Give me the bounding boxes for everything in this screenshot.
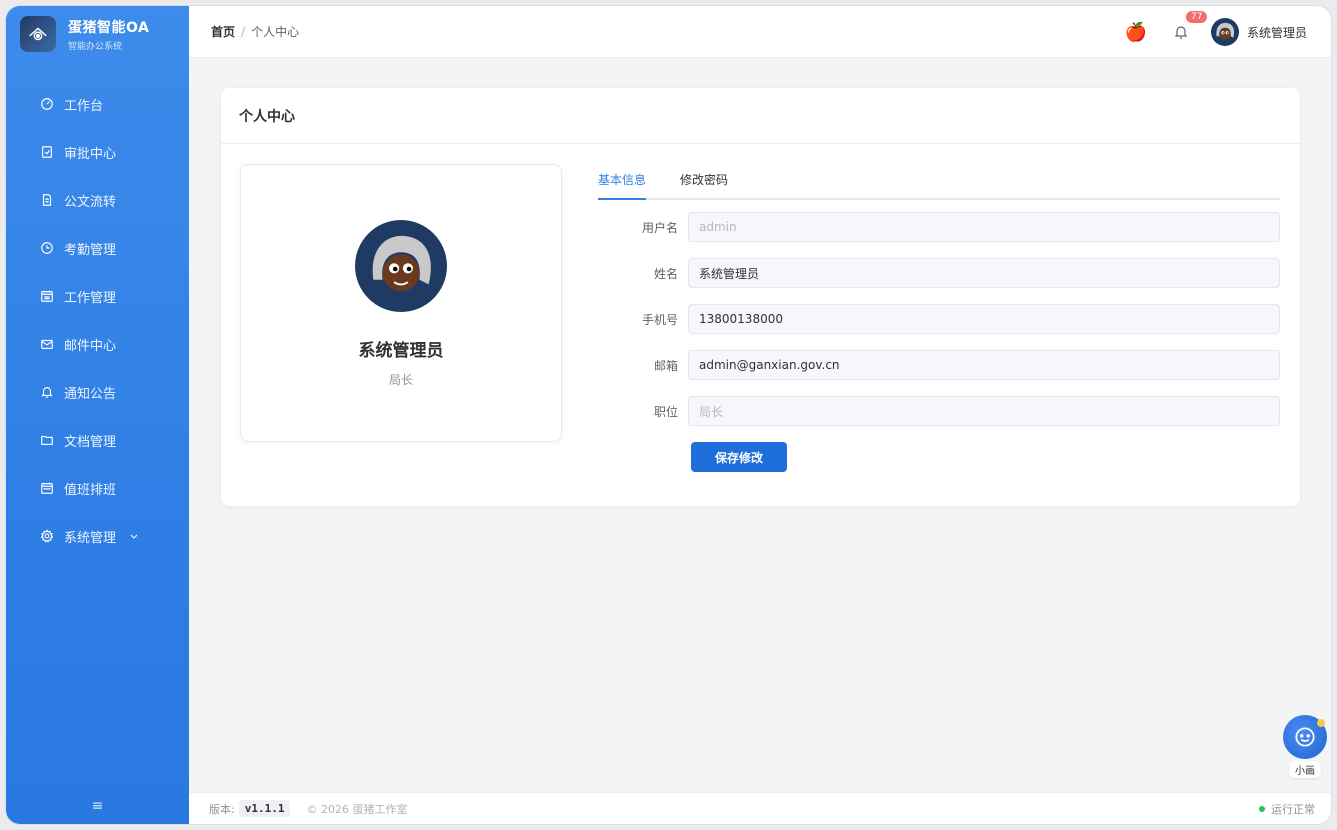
profile-summary: 系统管理员 局长 [240,164,562,442]
position-field[interactable] [688,396,1280,426]
apple-icon[interactable]: 🍎 [1125,22,1147,43]
sidebar-item-label: 审批中心 [64,146,117,162]
sidebar-item-docs[interactable]: 文档管理 [6,416,189,464]
profile-tabs: 基本信息 修改密码 [598,171,1280,200]
email-label: 邮箱 [653,358,678,373]
dashboard-icon [41,98,53,110]
assistant-label: 小画 [1289,761,1321,778]
phone-label: 手机号 [641,312,678,327]
gear-icon [40,529,54,543]
realname-label: 姓名 [653,266,678,281]
position-label: 职位 [653,404,678,419]
folder-icon [41,435,53,445]
sidebar-item-label: 工作管理 [64,290,117,306]
version-badge: v1.1.1 [238,800,291,817]
tab-change-password[interactable]: 修改密码 [680,171,728,200]
document-icon [42,194,52,206]
sidebar-item-label: 值班排班 [64,482,117,498]
copyright-text: © 2026 蛋猪工作室 [306,802,408,816]
card-title: 个人中心 [221,88,1300,144]
breadcrumb-current: 个人中心 [251,25,300,39]
username-label: 用户名 [641,220,678,235]
assistant-widget[interactable]: 小画 [1283,715,1327,778]
footer: 版本: v1.1.1 © 2026 蛋猪工作室 运行正常 [189,792,1331,824]
phone-field[interactable] [688,304,1280,334]
avatar[interactable] [355,220,447,312]
form-row-email: 邮箱 [598,350,1282,380]
email-field[interactable] [688,350,1280,380]
sidebar-item-label: 文档管理 [64,434,117,450]
breadcrumb: 首页 / 个人中心 [211,23,299,40]
form-row-realname: 姓名 [598,258,1282,288]
user-menu[interactable]: 系统管理员 [1210,18,1307,46]
brand-subtitle: 智能办公系统 [68,41,123,52]
sidebar-item-label: 邮件中心 [64,338,117,354]
form-row-username: 用户名 [598,212,1282,242]
approval-icon [42,146,52,158]
user-name: 系统管理员 [1246,25,1307,40]
system-status: 运行正常 [1259,801,1315,817]
clock-icon [41,242,53,254]
notification-button[interactable]: 77 [1173,10,1209,40]
bell-icon [1174,26,1188,39]
sidebar-item-work[interactable]: 工作管理 [6,272,189,320]
sidebar-item-label: 通知公告 [64,386,117,402]
sidebar-item-workbench[interactable]: 工作台 [6,80,189,128]
breadcrumb-home[interactable]: 首页 [211,25,235,39]
status-text: 运行正常 [1271,802,1315,816]
calendar-icon [41,290,53,302]
save-button[interactable]: 保存修改 [691,442,787,472]
sidebar-item-label: 工作台 [64,98,104,114]
avatar [1210,18,1239,46]
sidebar-item-label: 系统管理 [64,530,117,546]
profile-card: 个人中心 系统管理员 局长 基本信息 修改密码 用户名 姓名 [221,88,1300,506]
mail-icon [41,339,53,349]
assistant-status-dot [1317,719,1325,727]
top-header: 首页 / 个人中心 🍎 77 系统管理员 [189,6,1331,58]
assistant-icon[interactable] [1283,715,1327,759]
schedule-icon [41,482,53,494]
sidebar-item-attendance[interactable]: 考勤管理 [6,224,189,272]
sidebar-item-documents-flow[interactable]: 公文流转 [6,176,189,224]
status-dot-icon [1259,805,1265,812]
version-label: 版本: [209,802,235,816]
app-window: 蛋猪智能OA 智能办公系统 工作台 审批中心 公文流转 考勤管理 工作管理 邮件… [6,6,1331,824]
realname-field[interactable] [688,258,1280,288]
sidebar: 蛋猪智能OA 智能办公系统 工作台 审批中心 公文流转 考勤管理 工作管理 邮件… [6,6,189,824]
form-row-phone: 手机号 [598,304,1282,334]
logo-icon [20,16,56,52]
notification-badge: 77 [1184,10,1209,24]
brand[interactable]: 蛋猪智能OA 智能办公系统 [6,6,189,62]
profile-name: 系统管理员 [358,341,444,361]
sidebar-item-label: 公文流转 [64,194,117,210]
sidebar-item-duty[interactable]: 值班排班 [6,464,189,512]
chevron-down-icon[interactable] [128,530,140,542]
form-row-position: 职位 [598,396,1282,426]
sidebar-item-system[interactable]: 系统管理 [6,512,189,560]
sidebar-item-approval[interactable]: 审批中心 [6,128,189,176]
sidebar-item-label: 考勤管理 [64,242,117,258]
username-field[interactable] [688,212,1280,242]
sidebar-menu: 工作台 审批中心 公文流转 考勤管理 工作管理 邮件中心 通知公告 文档管理 值… [6,80,189,560]
sidebar-item-mail[interactable]: 邮件中心 [6,320,189,368]
sidebar-item-notices[interactable]: 通知公告 [6,368,189,416]
brand-title: 蛋猪智能OA [68,19,150,36]
bell-icon [41,387,53,398]
breadcrumb-separator: / [241,25,246,39]
tab-basic-info[interactable]: 基本信息 [598,171,647,200]
profile-position: 局长 [388,373,413,387]
sidebar-collapse-button[interactable]: ≡ [6,798,189,814]
